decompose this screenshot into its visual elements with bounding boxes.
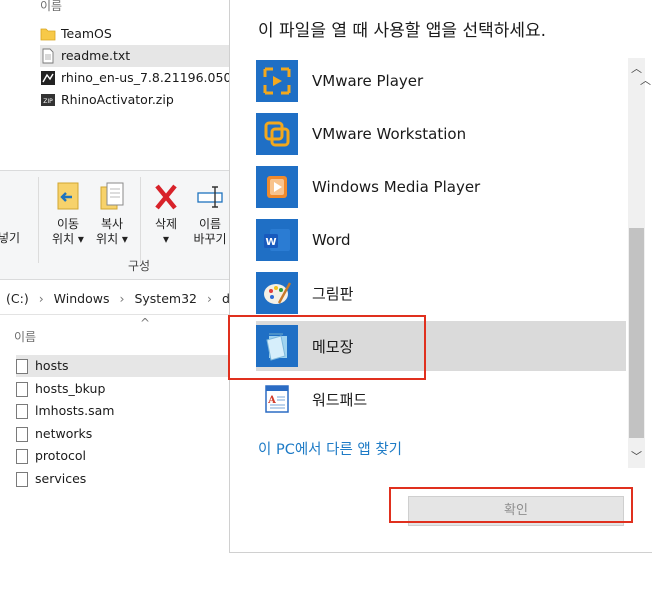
breadcrumb-drive[interactable]: (C:) xyxy=(6,291,29,306)
ribbon-partial-label: 넣기 xyxy=(0,231,21,245)
svg-text:ZIP: ZIP xyxy=(43,98,53,105)
file-name: protocol xyxy=(35,448,86,463)
file-name: RhinoActivator.zip xyxy=(61,92,174,107)
explorer-ribbon: 넣기 이동 위치 ▾ 복사 위치 ▾ 삭제 ▾ 이름 바꾸기 구성 xyxy=(0,170,232,280)
document-icon xyxy=(16,426,28,442)
breadcrumb-separator: › xyxy=(206,291,212,306)
app-list-scrollbar[interactable]: ︿ ﹀ xyxy=(628,58,645,468)
svg-text:A: A xyxy=(267,395,276,406)
rename-icon xyxy=(197,186,223,208)
list-item-protocol[interactable]: protocol xyxy=(16,445,86,467)
document-icon xyxy=(16,448,28,464)
find-another-app-link[interactable]: 이 PC에서 다른 앱 찾기 xyxy=(258,438,402,459)
word-icon: W xyxy=(256,219,298,261)
vmware-player-icon xyxy=(256,60,298,102)
move-to-button[interactable]: 이동 위치 ▾ xyxy=(46,181,90,247)
app-item-wordpad[interactable]: A 워드패드 xyxy=(256,374,626,424)
breadcrumb-separator: › xyxy=(38,291,44,306)
scrollbar-thumb[interactable] xyxy=(629,228,644,438)
address-bar[interactable]: (C:) › Windows › System32 › drive xyxy=(0,285,232,313)
document-icon xyxy=(16,358,28,374)
folder-icon xyxy=(40,28,56,41)
list-item-rhino-activator[interactable]: ZIP RhinoActivator.zip xyxy=(40,89,174,111)
rename-button[interactable]: 이름 바꾸기 xyxy=(188,181,232,247)
app-item-windows-media-player[interactable]: Windows Media Player xyxy=(256,162,626,212)
file-name: hosts xyxy=(35,358,69,373)
app-label: 워드패드 xyxy=(312,390,368,409)
document-icon xyxy=(16,381,28,397)
list-item-lmhosts[interactable]: lmhosts.sam xyxy=(16,400,114,422)
move-to-label-1: 이동 xyxy=(56,217,80,231)
rename-label-1: 이름 xyxy=(198,217,222,231)
paint-icon xyxy=(256,272,298,314)
file-name: readme.txt xyxy=(61,48,131,63)
copy-to-button[interactable]: 복사 위치 ▾ xyxy=(90,181,134,247)
delete-label-1: 삭제 xyxy=(154,217,178,231)
delete-icon xyxy=(155,184,177,210)
delete-label-2: ▾ xyxy=(162,232,170,246)
ribbon-divider xyxy=(140,177,141,263)
text-file-icon xyxy=(42,48,54,64)
move-to-icon xyxy=(57,182,79,210)
app-item-word[interactable]: W Word xyxy=(256,215,626,265)
sort-ascending-icon: ^ xyxy=(140,316,151,330)
svg-text:W: W xyxy=(265,237,276,248)
zip-icon: ZIP xyxy=(41,94,55,106)
dialog-title: 이 파일을 열 때 사용할 앱을 선택하세요. xyxy=(258,21,547,41)
scroll-down-icon[interactable]: ﹀ xyxy=(631,448,642,464)
document-icon xyxy=(16,471,28,487)
column-header-name[interactable]: 이름 xyxy=(40,0,62,14)
app-label: VMware Workstation xyxy=(312,125,467,143)
list-item-hosts-bkup[interactable]: hosts_bkup xyxy=(16,378,105,400)
ribbon-group-label: 구성 xyxy=(128,259,151,273)
scroll-up-icon[interactable]: ︿ xyxy=(640,72,651,88)
list-item-services[interactable]: services xyxy=(16,468,86,490)
breadcrumb-separator: › xyxy=(119,291,125,306)
windows-media-player-icon xyxy=(256,166,298,208)
app-item-paint[interactable]: 그림판 xyxy=(256,268,626,318)
open-with-dialog: 이 파일을 열 때 사용할 앱을 선택하세요. VMware Player VM… xyxy=(229,0,652,553)
background-explorer-top: 이름 TeamOS readme.txt rhino_en-us_7.8.211… xyxy=(0,0,247,118)
app-item-vmware-player[interactable]: VMware Player xyxy=(256,56,626,106)
file-name: lmhosts.sam xyxy=(35,403,115,418)
copy-to-icon xyxy=(100,182,124,210)
move-to-label-2: 위치 ▾ xyxy=(52,232,84,246)
list-item-readme[interactable]: readme.txt xyxy=(40,45,230,67)
copy-to-label-2: 위치 ▾ xyxy=(96,232,128,246)
delete-button[interactable]: 삭제 ▾ xyxy=(144,181,188,247)
app-label: Word xyxy=(312,231,351,249)
file-name: networks xyxy=(35,426,93,441)
app-item-vmware-workstation[interactable]: VMware Workstation xyxy=(256,109,626,159)
document-icon xyxy=(16,403,28,419)
copy-to-label-1: 복사 xyxy=(100,217,124,231)
rename-label-2: 바꾸기 xyxy=(193,232,227,246)
app-label: 그림판 xyxy=(312,284,354,303)
list-item-hosts[interactable]: hosts xyxy=(16,355,232,377)
list-item-networks[interactable]: networks xyxy=(16,423,92,445)
breadcrumb-system32[interactable]: System32 xyxy=(134,291,197,306)
highlight-box-notepad xyxy=(228,315,426,380)
column-header-name[interactable]: 이름 xyxy=(14,328,36,345)
breadcrumb-windows[interactable]: Windows xyxy=(54,291,110,306)
list-item-rhino-installer[interactable]: rhino_en-us_7.8.21196.05001 xyxy=(40,67,247,89)
list-item-teamos[interactable]: TeamOS xyxy=(40,23,112,45)
app-label: Windows Media Player xyxy=(312,178,481,196)
ribbon-divider xyxy=(38,177,39,263)
file-name: hosts_bkup xyxy=(35,381,106,396)
file-name: TeamOS xyxy=(61,26,112,41)
rhino-installer-icon xyxy=(41,71,55,85)
file-name: services xyxy=(35,471,87,486)
file-name: rhino_en-us_7.8.21196.05001 xyxy=(61,70,248,85)
highlight-box-ok xyxy=(389,487,633,523)
divider xyxy=(0,314,232,315)
app-label: VMware Player xyxy=(312,72,424,90)
wordpad-icon: A xyxy=(256,378,298,420)
vmware-workstation-icon xyxy=(256,113,298,155)
